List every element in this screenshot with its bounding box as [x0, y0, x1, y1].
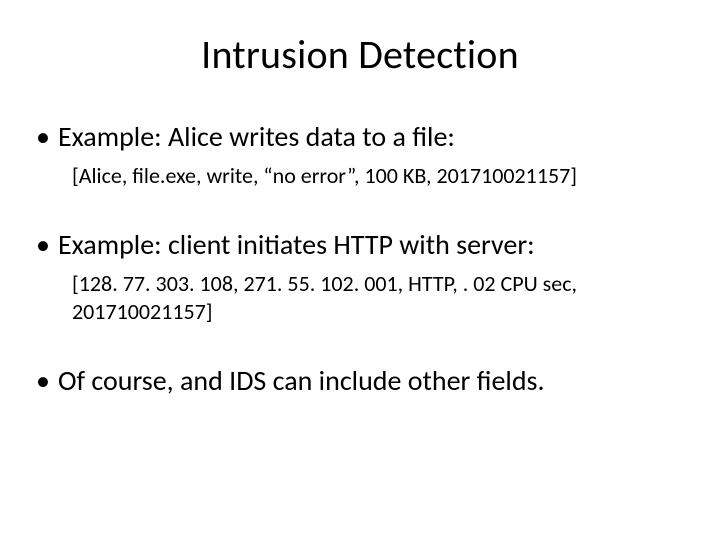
- bullet-text: Of course, and IDS can include other fie…: [58, 363, 545, 398]
- bullet-list: Of course, and IDS can include other fie…: [30, 363, 690, 398]
- bullet-item: Example: client initiates HTTP with serv…: [30, 227, 690, 262]
- bullet-item: Of course, and IDS can include other fie…: [30, 363, 690, 398]
- bullet-sub: [128. 77. 303. 108, 271. 55. 102. 001, H…: [30, 270, 690, 327]
- bullet-text: Example: client initiates HTTP with serv…: [58, 227, 535, 262]
- slide-title: Intrusion Detection: [30, 30, 690, 79]
- bullet-item: Example: Alice writes data to a file:: [30, 119, 690, 154]
- bullet-sub: [Alice, file.exe, write, “no error”, 100…: [30, 162, 690, 191]
- bullet-list: Example: Alice writes data to a file:: [30, 119, 690, 154]
- bullet-text: Example: Alice writes data to a file:: [58, 119, 455, 154]
- bullet-list: Example: client initiates HTTP with serv…: [30, 227, 690, 262]
- slide: Intrusion Detection Example: Alice write…: [0, 0, 720, 540]
